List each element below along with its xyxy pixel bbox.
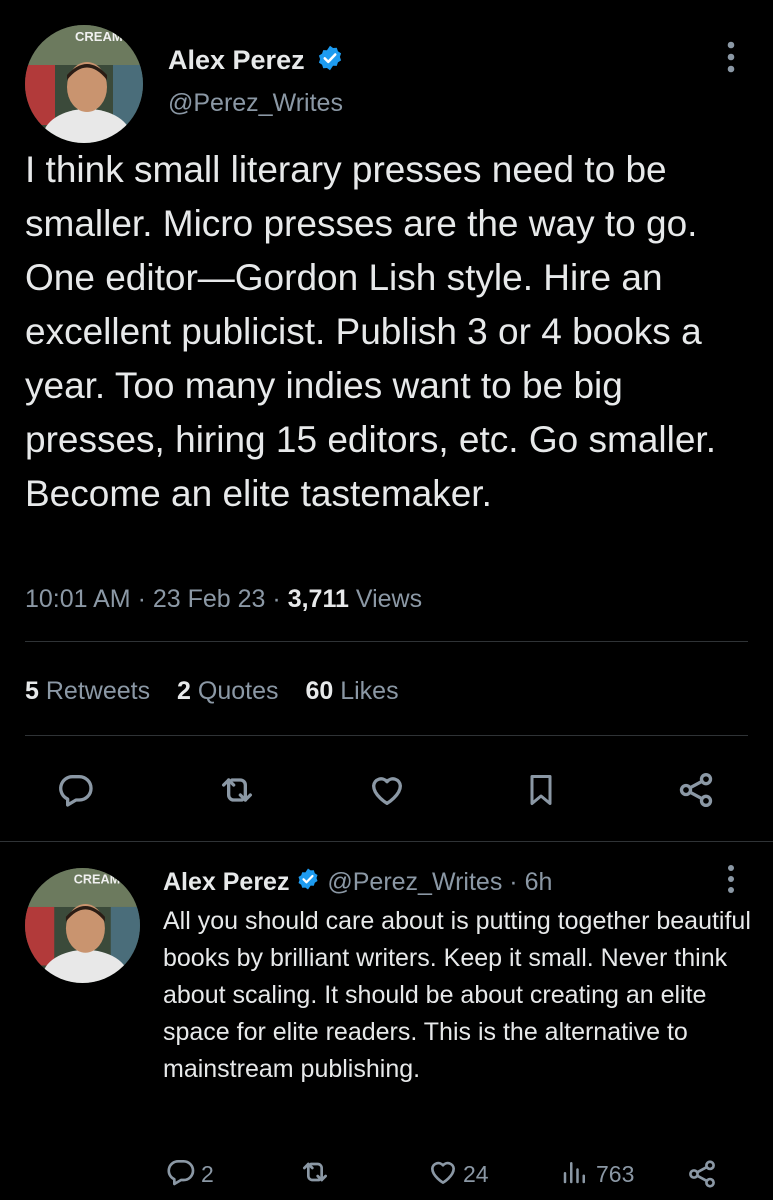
retweets-count: 5 [25,677,39,705]
reply-reply-icon [165,1156,197,1193]
reply-like-count: 24 [463,1160,489,1187]
more-options-icon[interactable] [716,40,746,74]
retweet-icon[interactable] [214,768,260,812]
retweets-stat[interactable]: 5 Retweets [25,677,157,705]
reply-author-avatar[interactable]: CREAM [25,868,140,983]
tweet-meta: 10:01 AM · 23 Feb 23 · 3,711 Views [25,583,422,615]
reply-views-action[interactable]: 763 [560,1156,634,1192]
reply-text: All you should care about is putting tog… [163,907,751,1083]
reply-like-action[interactable]: 24 [427,1156,489,1192]
quotes-count: 2 [177,677,191,705]
tweet-time[interactable]: 10:01 AM [25,585,131,613]
reply-like-icon [427,1156,459,1193]
bookmark-icon[interactable] [520,768,562,812]
views-count[interactable]: 3,711 [288,585,349,613]
author-handle[interactable]: @Perez_Writes [168,88,343,118]
reply-icon[interactable] [54,768,98,812]
reply-views-icon [560,1156,590,1193]
quotes-label: Quotes [197,677,279,705]
reply-retweet-action[interactable] [298,1156,332,1192]
reply-verified-badge-icon [296,867,320,899]
reply-avatar-sign-text: CREAM [74,873,120,887]
views-label[interactable]: Views [356,585,422,613]
meta-separator-2: · [272,585,281,613]
reply-view-count: 763 [596,1160,635,1187]
reply-header: Alex Perez @Perez_Writes · 6h [163,866,552,899]
avatar-sign-text: CREAM [75,29,123,44]
reply-share-icon[interactable] [684,1156,720,1192]
reply-reply-action[interactable]: 2 [165,1156,214,1192]
author-avatar[interactable]: CREAM [25,25,143,143]
divider-3 [0,841,773,842]
reply-time[interactable]: · 6h [509,868,552,896]
divider-2 [25,735,748,736]
likes-count: 60 [305,677,334,705]
reply-reply-count: 2 [201,1160,214,1187]
reply-retweet-icon [298,1156,332,1193]
author-name[interactable]: Alex Perez [168,44,344,79]
likes-label: Likes [340,677,399,705]
divider-1 [25,641,748,642]
tweet-text: I think small literary presses need to b… [25,149,716,514]
author-name-text[interactable]: Alex Perez [168,45,305,75]
reply-author-name[interactable]: Alex Perez [163,868,289,896]
reply-author-handle[interactable]: @Perez_Writes [327,868,502,896]
meta-separator-1: · [137,585,146,613]
tweet-stats: 5 Retweets 2 Quotes 60 Likes [25,675,399,707]
tweet-date[interactable]: 23 Feb 23 [153,585,266,613]
likes-stat[interactable]: 60 Likes [305,677,398,705]
like-icon[interactable] [364,768,410,812]
share-icon[interactable] [674,768,718,812]
retweets-label: Retweets [45,677,151,705]
verified-badge-icon [316,44,344,79]
reply-more-options-icon[interactable] [718,862,744,896]
quotes-stat[interactable]: 2 Quotes [177,677,285,705]
